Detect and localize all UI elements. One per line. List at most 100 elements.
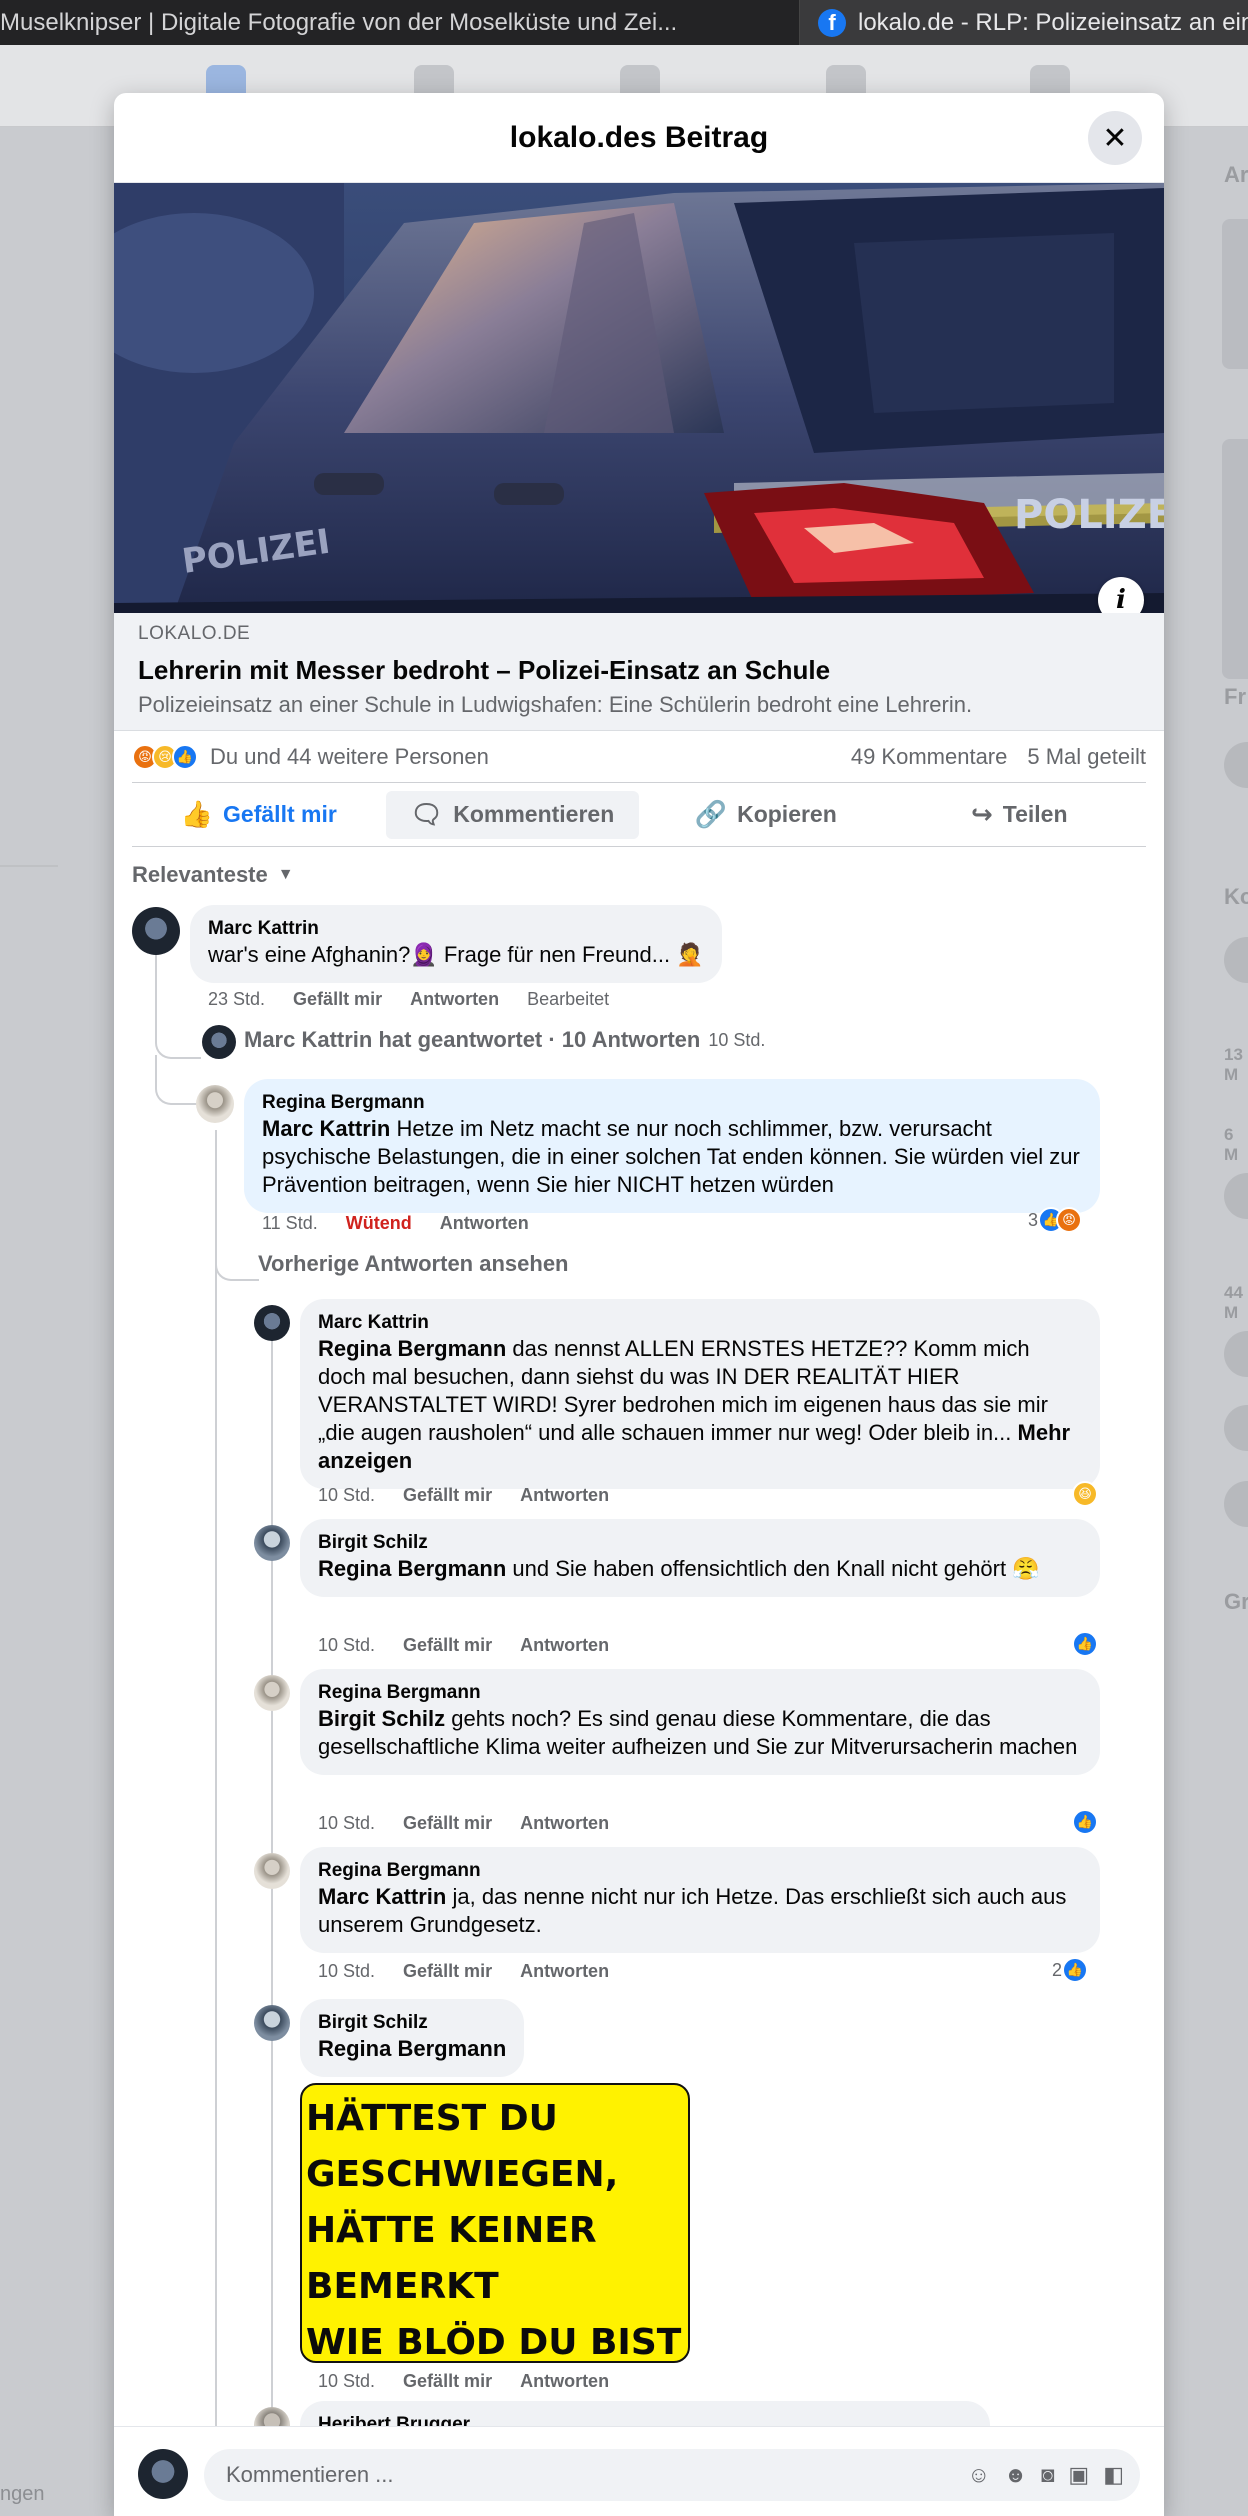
comment-author[interactable]: Marc Kattrin [208,917,704,941]
reply-meta: 10 Std. Gefällt mir Antworten [318,1635,609,1656]
modal-scroll-area[interactable]: POLIZEI POLIZEI i LOKALO.DE Lehrerin mit… [114,183,1164,2426]
like-reaction-icon: 👍 [1062,1957,1089,1983]
user-avatar[interactable] [138,2449,188,2499]
reaction-count-badge[interactable]: 👍 [1072,1809,1098,1835]
reply-button[interactable]: Antworten [520,1635,609,1656]
reply-author[interactable]: Birgit Schilz [318,1531,1082,1555]
avatar[interactable] [254,1675,290,1711]
mention-tag[interactable]: Birgit Schilz [318,1706,445,1731]
reply-like-button[interactable]: Gefällt mir [403,1813,492,1834]
mention-tag[interactable]: Regina Bergmann [318,1556,506,1581]
reply-button[interactable]: Antworten [520,2371,609,2392]
like-reaction-icon: 👍 [1072,1631,1098,1657]
link-domain: LOKALO.DE [138,623,251,644]
avatar [202,1025,236,1059]
reactions-summary[interactable]: Du und 44 weitere Personen [210,744,489,770]
meme-image[interactable]: HÄTTEST DU GESCHWIEGEN, HÄTTE KEINER BEM… [300,2083,690,2363]
reply-button[interactable]: Antworten [520,1813,609,1834]
reaction-count-badge[interactable]: 👍 [1072,1631,1098,1657]
meme-line: HÄTTE KEINER [306,2210,597,2251]
link-title[interactable]: Lehrerin mit Messer bedroht – Polizei-Ei… [138,655,1140,686]
reply-author[interactable]: Heribert Brugger [318,2413,972,2426]
reaction-angry-button[interactable]: Wütend [346,1213,412,1234]
copy-link-button[interactable]: 🔗 Kopieren [639,791,893,839]
comments-count[interactable]: 49 Kommentare [851,744,1008,770]
reaction-count: 3 [1028,1209,1039,1230]
reply-author[interactable]: Birgit Schilz [318,2011,506,2035]
reply-time[interactable]: 10 Std. [318,1813,375,1834]
reply-text: Regina Bergmann und Sie haben offensicht… [318,1555,1082,1583]
comment-reply-button[interactable]: Antworten [410,989,499,1010]
reply-time[interactable]: 10 Std. [318,1485,375,1506]
avatar[interactable] [254,2005,290,2041]
avatar[interactable] [254,1525,290,1561]
previous-replies-link[interactable]: Vorherige Antworten ansehen [258,1251,569,1277]
mention-tag[interactable]: Regina Bergmann [318,2035,506,2063]
sticker-icon[interactable]: ◧ [1103,2462,1124,2488]
comment-like-button[interactable]: Gefällt mir [293,989,382,1010]
emoji-icon[interactable]: ☻ [1004,2462,1027,2488]
reply-button[interactable]: Antworten [520,1485,609,1506]
reply-author[interactable]: Regina Bergmann [318,1859,1082,1883]
reply-time[interactable]: 11 Std. [262,1213,318,1234]
bg-card [1222,439,1248,679]
reply-author[interactable]: Regina Bergmann [318,1681,1082,1705]
avatar-sticker-icon[interactable]: ☺ [967,2462,989,2488]
share-icon: ↪ [970,799,993,829]
link-preview-image[interactable]: POLIZEI POLIZEI i [114,183,1164,613]
avatar[interactable] [196,1085,234,1123]
meme-line: GESCHWIEGEN, [306,2154,619,2195]
caret-down-icon: ▼ [277,866,294,883]
reaction-count-badge[interactable]: 3 👍 😡 [1028,1207,1083,1233]
meme-line: HÄTTEST DU [306,2098,558,2139]
like-label: Gefällt mir [223,801,337,827]
like-button[interactable]: 👍 Gefällt mir [132,791,386,839]
comment-meta: 23 Std. Gefällt mir Antworten Bearbeitet [208,989,609,1010]
reply-bubble: Birgit Schilz Regina Bergmann und Sie ha… [300,1519,1100,1597]
modal-title: lokalo.des Beitrag [509,120,769,154]
close-button[interactable]: ✕ [1088,111,1142,165]
reply-like-button[interactable]: Gefällt mir [403,1635,492,1656]
mention-tag[interactable]: Marc Kattrin [318,1884,446,1909]
comment-sort-dropdown[interactable]: Relevanteste ▼ [132,855,1146,895]
reply-time[interactable]: 10 Std. [318,1635,375,1656]
browser-tab-lokalo[interactable]: f lokalo.de - RLP: Polizeieinsatz an ein… [800,0,1248,45]
comment-time[interactable]: 23 Std. [208,989,265,1010]
avatar[interactable] [132,907,180,955]
link-preview[interactable]: LOKALO.DE Lehrerin mit Messer bedroht – … [114,613,1164,731]
angry-reaction-icon: 😡 [1056,1207,1083,1233]
reaction-count-badge[interactable]: 2 👍 [1052,1957,1089,1983]
avatar[interactable] [254,1305,290,1341]
avatar[interactable] [254,1853,290,1889]
reply-like-button[interactable]: Gefällt mir [403,1961,492,1982]
reply-time[interactable]: 10 Std. [318,2371,375,2392]
reply-button[interactable]: Antworten [440,1213,529,1234]
share-label: Teilen [1002,801,1068,827]
shares-count[interactable]: 5 Mal geteilt [1027,744,1146,770]
gif-icon[interactable]: ▣ [1068,2462,1089,2488]
police-lettering: POLIZEI [1014,492,1164,538]
reply-bubble: Regina Bergmann Marc Kattrin ja, das nen… [300,1847,1100,1953]
meme-line: WIE BLÖD DU BIST [306,2322,682,2363]
browser-tab-bar: Muselknipser | Digitale Fotografie von d… [0,0,1248,45]
reply-text: Marc Kattrin ja, das nenne nicht nur ich… [318,1883,1082,1939]
view-replies-link[interactable]: Marc Kattrin hat geantwortet · 10 Antwor… [244,1027,765,1053]
avatar[interactable] [254,2407,290,2426]
reply-bubble: Heribert Brugger [300,2401,990,2426]
background-divider [0,865,58,867]
mention-tag[interactable]: Regina Bergmann [318,1336,506,1361]
reply-author[interactable]: Regina Bergmann [262,1091,1082,1115]
reply-like-button[interactable]: Gefällt mir [403,2371,492,2392]
browser-tab-muselknipser[interactable]: Muselknipser | Digitale Fotografie von d… [0,0,800,45]
reply-button[interactable]: Antworten [520,1961,609,1982]
comment-input[interactable]: Kommentieren ... ☺ ☻ ◙ ▣ ◧ [204,2449,1140,2501]
comment-button[interactable]: 🗨 Kommentieren [385,790,639,839]
camera-icon[interactable]: ◙ [1041,2462,1054,2488]
reply-time[interactable]: 10 Std. [318,1961,375,1982]
reply-author[interactable]: Marc Kattrin [318,1311,1082,1335]
mention-tag[interactable]: Marc Kattrin [262,1116,390,1141]
reply-like-button[interactable]: Gefällt mir [403,1485,492,1506]
reaction-count-badge[interactable]: 😆 [1072,1481,1098,1507]
share-button[interactable]: ↪ Teilen [893,791,1147,839]
reaction-icons[interactable]: 😡 😢 👍 [132,743,198,770]
